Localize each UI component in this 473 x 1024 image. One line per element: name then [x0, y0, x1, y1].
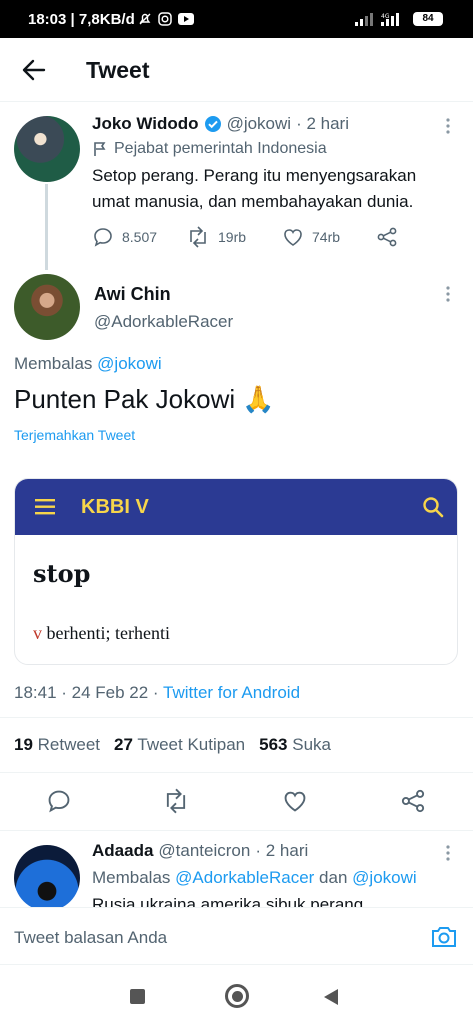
- arrow-left-icon: [22, 59, 46, 81]
- tweet-header: Tweet: [0, 38, 473, 102]
- system-navigation-bar: [0, 966, 473, 1024]
- more-options-button[interactable]: [438, 116, 458, 136]
- like-action[interactable]: 74rb: [282, 226, 340, 248]
- retweet-icon: [166, 788, 186, 814]
- tweet-time: · 2 hari: [255, 841, 309, 860]
- replying-to: Membalas @AdorkableRacer dan @jokowi: [92, 868, 417, 887]
- retweet-action[interactable]: 19rb: [186, 226, 246, 248]
- more-vertical-icon: [446, 286, 450, 302]
- avatar-jokowi[interactable]: [14, 116, 80, 182]
- flag-icon: [94, 142, 106, 156]
- reply-tweet[interactable]: Adaada @tanteicron · 2 hari Membalas @Ad…: [0, 831, 473, 907]
- reply-composer: Tweet balasan Anda: [0, 907, 473, 965]
- author-name[interactable]: Awi Chin: [94, 284, 171, 305]
- author-handle[interactable]: @tanteicron: [158, 841, 250, 861]
- status-bar: 18:03 | 7,8KB/d 4G 84: [0, 0, 473, 38]
- retweet-stat[interactable]: 19 Retweet: [14, 735, 100, 755]
- account-label: Pejabat pemerintah Indonesia: [114, 140, 327, 157]
- back-button[interactable]: [18, 54, 50, 86]
- thread-line: [45, 184, 48, 270]
- more-options-button[interactable]: [438, 843, 458, 863]
- kbbi-title: KBBI V: [81, 496, 149, 518]
- more-options-button[interactable]: [438, 284, 458, 304]
- reply-icon: [48, 790, 70, 813]
- kbbi-definition: berhenti; terhenti: [46, 623, 170, 643]
- reply-action[interactable]: 8.507: [92, 226, 157, 248]
- recent-apps-button[interactable]: [130, 989, 145, 1004]
- svg-text:4G: 4G: [381, 13, 390, 20]
- search-icon: [423, 497, 444, 518]
- kbbi-app-bar: KBBI V: [15, 479, 457, 535]
- avatar-adaada[interactable]: [14, 845, 80, 907]
- like-button[interactable]: [282, 788, 308, 814]
- kbbi-definition-line: v berhenti; terhenti: [33, 623, 170, 644]
- timestamp: 18:41 · 24 Feb 22 ·: [14, 683, 164, 702]
- translate-link[interactable]: Terjemahkan Tweet: [14, 427, 135, 443]
- more-vertical-icon: [446, 118, 450, 134]
- like-count: 74rb: [312, 229, 341, 245]
- reply-count: 8.507: [122, 229, 158, 245]
- signal-4g-icon: 4G: [381, 13, 399, 26]
- replying-label: Membalas: [14, 354, 93, 373]
- reply-mention[interactable]: @AdorkableRacer: [175, 868, 314, 887]
- retweet-count: 19rb: [218, 229, 247, 245]
- youtube-icon: [178, 13, 194, 25]
- mute-icon: [139, 13, 151, 25]
- share-action[interactable]: [376, 226, 398, 248]
- verified-badge-icon: [204, 116, 221, 132]
- divider: [0, 717, 473, 718]
- tweet-source[interactable]: Twitter for Android: [163, 683, 300, 702]
- tweet-time: · 2 hari: [296, 114, 349, 133]
- more-vertical-icon: [446, 845, 450, 861]
- quote-stat[interactable]: 27 Tweet Kutipan: [114, 735, 245, 755]
- tweet-text: Rusia ukraina amerika sibuk perang: [92, 895, 364, 907]
- signal-icon: [355, 13, 373, 26]
- kbbi-pos: v: [33, 623, 42, 643]
- author-name[interactable]: Adaada: [92, 841, 153, 861]
- reply-button[interactable]: [46, 788, 72, 814]
- retweet-icon: [190, 226, 206, 248]
- camera-icon[interactable]: [430, 924, 458, 950]
- share-icon: [401, 789, 425, 813]
- author-name[interactable]: Joko Widodo: [92, 114, 199, 134]
- home-button[interactable]: [225, 984, 249, 1008]
- reply-mention[interactable]: @jokowi: [97, 354, 162, 373]
- battery-indicator: 84: [413, 12, 443, 26]
- divider: [0, 772, 473, 773]
- replying-to: Membalas @jokowi: [14, 354, 162, 374]
- kbbi-word: stop: [33, 559, 91, 588]
- reply-mention[interactable]: @jokowi: [352, 868, 417, 887]
- reply-input[interactable]: Tweet balasan Anda: [14, 928, 167, 948]
- share-icon: [377, 227, 397, 247]
- instagram-icon: [158, 12, 172, 26]
- avatar-awi-chin[interactable]: [14, 274, 80, 340]
- retweet-button[interactable]: [162, 788, 190, 814]
- tweet-timestamp: 18:41 · 24 Feb 22 · Twitter for Android: [14, 683, 300, 703]
- tweet-image[interactable]: KBBI V stop v berhenti; terhenti: [14, 478, 458, 665]
- tweet-text: Setop perang. Perang itu menyengsarakan …: [92, 166, 417, 211]
- back-nav-icon[interactable]: [323, 988, 339, 1006]
- share-button[interactable]: [400, 788, 426, 814]
- author-handle[interactable]: @AdorkableRacer: [94, 312, 233, 332]
- tweet-text: Punten Pak Jokowi 🙏: [14, 384, 275, 414]
- like-stat[interactable]: 563 Suka: [259, 735, 331, 755]
- tweet-stats: 19 Retweet 27 Tweet Kutipan 563 Suka: [14, 735, 331, 755]
- reply-icon: [94, 228, 112, 247]
- heart-icon: [284, 229, 302, 246]
- heart-icon: [284, 791, 306, 812]
- author-handle[interactable]: @jokowi: [227, 114, 292, 134]
- hamburger-menu-icon: [35, 499, 55, 515]
- page-title: Tweet: [86, 57, 150, 83]
- status-time: 18:03 | 7,8KB/d: [28, 11, 135, 28]
